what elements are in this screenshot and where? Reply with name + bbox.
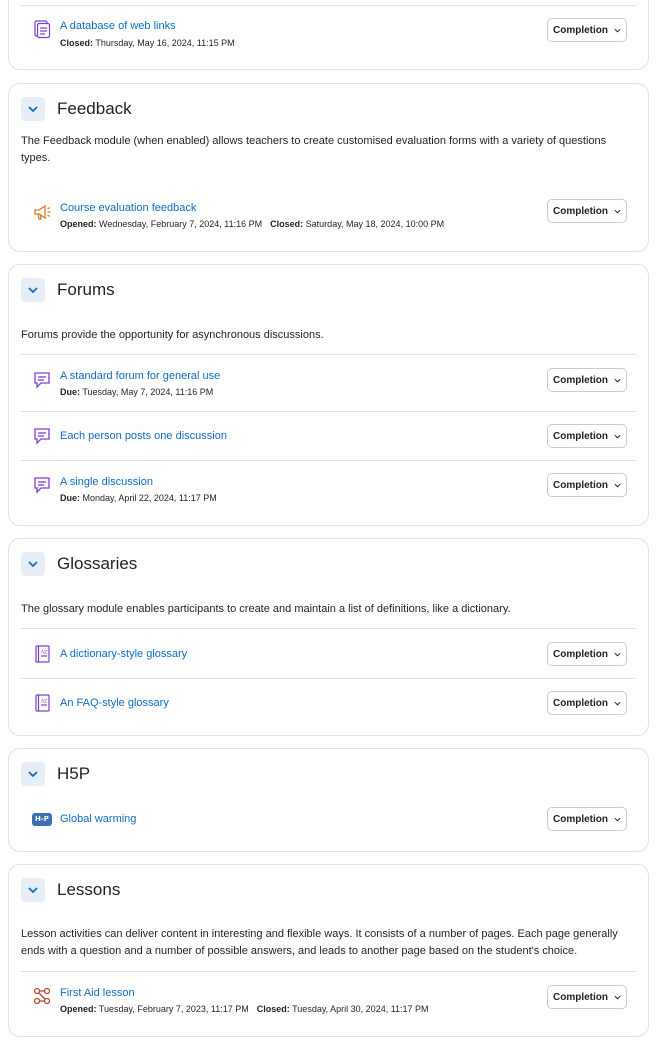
activity-dates: Due: Tuesday, May 7, 2024, 11:16 PM <box>60 387 214 397</box>
completion-dropdown[interactable]: Completion <box>547 473 627 497</box>
glossary-icon: AZ <box>31 643 53 665</box>
section-glossaries: Glossaries The glossary module enables p… <box>8 538 649 736</box>
activity-link-database-web-links[interactable]: A database of web links <box>60 20 176 32</box>
activity-link-single-discussion[interactable]: A single discussion <box>60 476 153 488</box>
lesson-icon <box>31 985 53 1007</box>
section-summary: Lesson activities can deliver content in… <box>21 928 618 957</box>
section-summary: The Feedback module (when enabled) allow… <box>21 135 607 164</box>
chevron-down-icon <box>28 771 38 778</box>
completion-dropdown[interactable]: Completion <box>547 368 627 392</box>
chevron-down-icon <box>614 817 621 822</box>
completion-dropdown[interactable]: Completion <box>547 424 627 448</box>
activity-link-each-person-posts[interactable]: Each person posts one discussion <box>60 430 227 442</box>
collapse-toggle[interactable] <box>21 552 45 576</box>
divider <box>21 971 636 972</box>
section-databases: A database of web links Closed: Thursday… <box>8 0 649 70</box>
activity-dates: Opened: Tuesday, February 7, 2023, 11:17… <box>60 1004 429 1014</box>
section-title[interactable]: Forums <box>57 280 115 300</box>
chevron-down-icon <box>28 887 38 894</box>
chevron-down-icon <box>614 434 621 439</box>
glossary-icon: AZ <box>31 692 53 714</box>
chevron-down-icon <box>28 287 38 294</box>
completion-dropdown[interactable]: Completion <box>547 199 627 223</box>
activity-link-course-evaluation-feedback[interactable]: Course evaluation feedback <box>60 202 196 214</box>
megaphone-icon <box>31 201 53 223</box>
completion-dropdown[interactable]: Completion <box>547 18 627 42</box>
chevron-down-icon <box>614 209 621 214</box>
activity-link-global-warming[interactable]: Global warming <box>60 813 136 825</box>
section-lessons: Lessons Lesson activities can deliver co… <box>8 864 649 1037</box>
section-summary: Forums provide the opportunity for async… <box>21 329 324 341</box>
forum-icon <box>31 474 53 496</box>
chevron-down-icon <box>28 561 38 568</box>
activity-link-faq-glossary[interactable]: An FAQ-style glossary <box>60 697 169 709</box>
section-feedback: Feedback The Feedback module (when enabl… <box>8 83 649 252</box>
activity-link-dictionary-glossary[interactable]: A dictionary-style glossary <box>60 648 187 660</box>
svg-text:AZ: AZ <box>41 650 47 656</box>
completion-dropdown[interactable]: Completion <box>547 985 627 1009</box>
divider <box>21 460 636 461</box>
h5p-icon: H-P <box>31 808 53 830</box>
completion-dropdown[interactable]: Completion <box>547 691 627 715</box>
collapse-toggle[interactable] <box>21 97 45 121</box>
chevron-down-icon <box>614 28 621 33</box>
database-icon <box>31 18 53 40</box>
chevron-down-icon <box>614 483 621 488</box>
section-title[interactable]: Glossaries <box>57 554 137 574</box>
divider <box>21 411 636 412</box>
chevron-down-icon <box>614 701 621 706</box>
section-title[interactable]: Feedback <box>57 99 132 119</box>
activity-dates: Opened: Wednesday, February 7, 2024, 11:… <box>60 219 445 229</box>
section-forums: Forums Forums provide the opportunity fo… <box>8 264 649 526</box>
section-summary: The glossary module enables participants… <box>21 603 511 615</box>
svg-text:AZ: AZ <box>41 699 47 705</box>
chevron-down-icon <box>614 995 621 1000</box>
activity-link-standard-forum[interactable]: A standard forum for general use <box>60 370 220 382</box>
activity-dates: Due: Monday, April 22, 2024, 11:17 PM <box>60 493 217 503</box>
section-h5p: H5P H-P Global warming Completion <box>8 748 649 852</box>
divider <box>21 678 636 679</box>
activity-dates: Closed: Thursday, May 16, 2024, 11:15 PM <box>60 38 235 48</box>
chevron-down-icon <box>614 378 621 383</box>
completion-dropdown[interactable]: Completion <box>547 642 627 666</box>
collapse-toggle[interactable] <box>21 762 45 786</box>
forum-icon <box>31 369 53 391</box>
activity-link-first-aid-lesson[interactable]: First Aid lesson <box>60 987 135 999</box>
chevron-down-icon <box>28 106 38 113</box>
collapse-toggle[interactable] <box>21 278 45 302</box>
section-title[interactable]: H5P <box>57 764 90 784</box>
chevron-down-icon <box>614 652 621 657</box>
divider <box>21 5 636 6</box>
divider <box>21 354 636 355</box>
forum-icon <box>31 425 53 447</box>
collapse-toggle[interactable] <box>21 878 45 902</box>
divider <box>21 628 636 629</box>
completion-dropdown[interactable]: Completion <box>547 807 627 831</box>
section-title[interactable]: Lessons <box>57 880 120 900</box>
